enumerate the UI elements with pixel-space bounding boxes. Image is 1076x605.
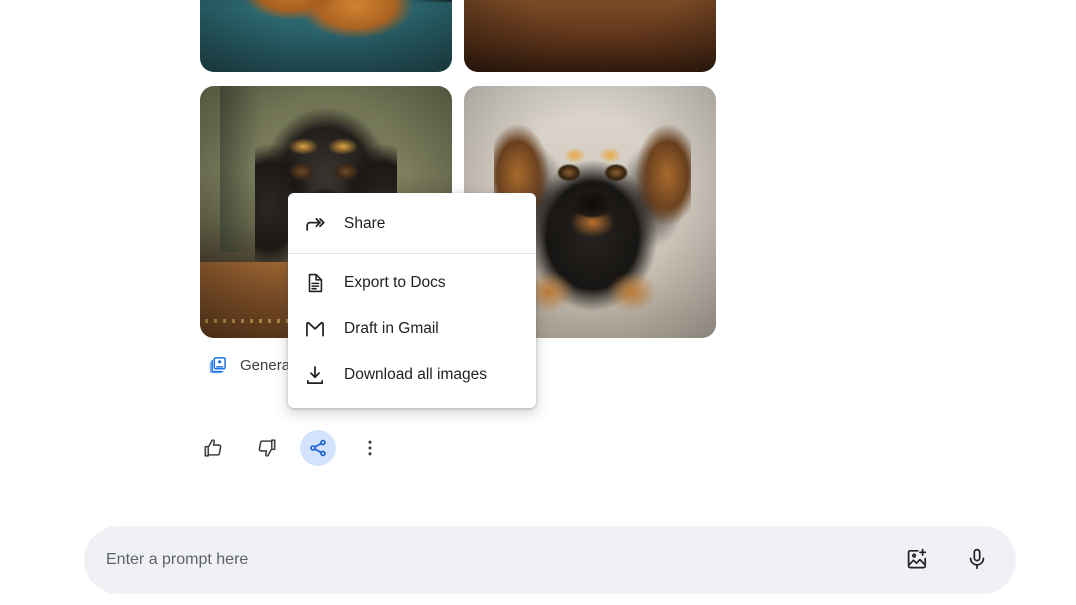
document-icon [304, 272, 326, 294]
thumb-up-button[interactable] [196, 430, 232, 466]
image-1-vignette [200, 0, 452, 72]
prompt-input[interactable] [106, 551, 902, 569]
more-options-button[interactable] [352, 430, 388, 466]
share-export-button[interactable] [300, 430, 336, 466]
generated-image-1[interactable] [200, 0, 452, 72]
thumb-down-button[interactable] [248, 430, 284, 466]
menu-item-draft-in-gmail[interactable]: Draft in Gmail [288, 306, 536, 352]
prompt-bar[interactable] [84, 526, 1016, 594]
menu-item-share[interactable]: Share [288, 201, 536, 247]
generated-images-icon [208, 355, 228, 375]
prompt-tools [902, 545, 992, 575]
microphone-icon [965, 547, 989, 574]
image-2-vignette [464, 0, 716, 72]
menu-item-draft-in-gmail-label: Draft in Gmail [344, 320, 439, 337]
more-vert-icon [360, 438, 380, 458]
thumb-up-icon [203, 437, 225, 459]
menu-item-download-all-images[interactable]: Download all images [288, 352, 536, 398]
generated-image-2[interactable] [464, 0, 716, 72]
forward-arrow-icon [304, 213, 326, 235]
gmail-icon [304, 318, 326, 340]
add-image-button[interactable] [902, 545, 932, 575]
menu-item-share-label: Share [344, 215, 386, 232]
menu-divider [288, 253, 536, 254]
menu-item-export-to-docs[interactable]: Export to Docs [288, 260, 536, 306]
download-icon [304, 364, 326, 386]
menu-item-export-to-docs-label: Export to Docs [344, 274, 446, 291]
thumb-down-icon [255, 437, 277, 459]
add-image-icon [905, 547, 929, 574]
menu-item-download-all-images-label: Download all images [344, 366, 488, 383]
share-context-menu: Share Export to Docs Draft in Gmail Down… [288, 193, 536, 408]
microphone-button[interactable] [962, 545, 992, 575]
share-icon [308, 438, 328, 458]
response-action-row [196, 430, 388, 466]
app-root: Generated images [0, 0, 1076, 605]
